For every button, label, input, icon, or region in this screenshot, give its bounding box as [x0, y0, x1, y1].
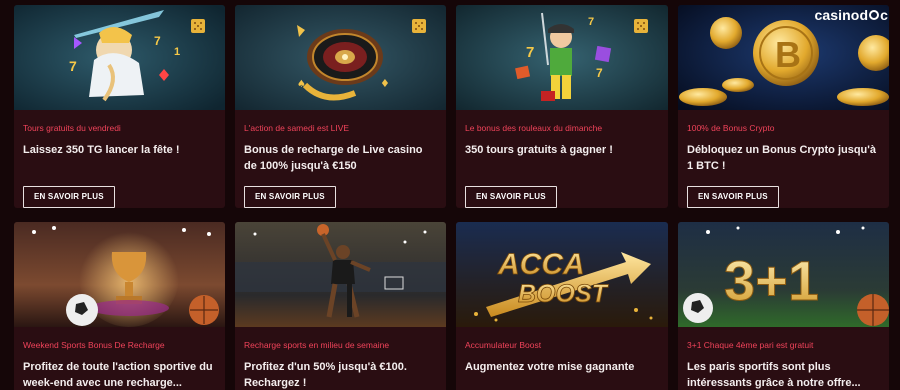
promo-tag: Tours gratuits du vendredi	[23, 123, 121, 133]
promo-card-sunday-reels[interactable]: 7 7 7 Le bonus des rouleaux du dimanche …	[456, 5, 668, 208]
promo-title: Profitez d'un 50% jusqu'à €100. Recharge…	[244, 361, 407, 389]
promo-title: Laissez 350 TG lancer la fête !	[23, 144, 180, 156]
learn-more-button[interactable]: EN SAVOIR PLUS	[687, 186, 779, 208]
boost-text: BOOST	[518, 280, 610, 308]
acca-text: ACCA	[497, 248, 585, 281]
promotions-grid: 7 7 1 Tours gratuits du vendredi Laissez…	[14, 5, 889, 390]
promo-title: Bonus de recharge de Live casino de 100%…	[244, 144, 423, 172]
promo-card-acca-boost[interactable]: ACCA BOOST Accumulateur Boost Augmentez …	[456, 222, 668, 390]
svg-text:♦: ♦	[380, 77, 390, 90]
promo-card-weekend-sports[interactable]: Weekend Sports Bonus De Recharge Profite…	[14, 222, 225, 390]
promo-card-crypto-bonus[interactable]: B 100% de Bonus Crypto Débloquez un Bonu…	[678, 5, 889, 208]
basketball-player-image	[235, 222, 446, 327]
svg-text:7: 7	[154, 34, 161, 48]
promo-card-friday-spins[interactable]: 7 7 1 Tours gratuits du vendredi Laissez…	[14, 5, 225, 208]
logo-ring-icon	[869, 10, 880, 20]
svg-text:B: B	[775, 34, 801, 75]
promo-tag: Le bonus des rouleaux du dimanche	[465, 123, 603, 133]
promo-title: 350 tours gratuits à gagner !	[465, 144, 613, 156]
promo-tag: Accumulateur Boost	[465, 340, 542, 350]
promo-card-saturday-live[interactable]: ♠ ♦ L'action de samedi est LIVE Bonus de…	[235, 5, 446, 208]
svg-text:7: 7	[69, 58, 77, 74]
promo-title: Augmentez votre mise gagnante	[465, 361, 635, 373]
acca-boost-image: ACCA BOOST	[456, 222, 668, 327]
svg-text:1: 1	[174, 46, 180, 58]
svg-text:7: 7	[588, 16, 594, 28]
trophy-stadium-image	[14, 222, 225, 327]
promo-tag: Weekend Sports Bonus De Recharge	[23, 340, 165, 350]
learn-more-button[interactable]: EN SAVOIR PLUS	[465, 186, 557, 208]
promo-title: Les paris sportifs sont plus intéressant…	[687, 361, 861, 389]
promo-title: Profitez de toute l'action sportive du w…	[23, 361, 213, 389]
promo-tag: 3+1 Chaque 4ème pari est gratuit	[687, 340, 814, 350]
roulette-wheel-image: ♠ ♦	[235, 5, 446, 110]
three-plus-one-text: 3+1	[724, 249, 819, 312]
learn-more-button[interactable]: EN SAVOIR PLUS	[23, 186, 115, 208]
svg-text:7: 7	[526, 44, 534, 61]
promo-tag: L'action de samedi est LIVE	[244, 123, 350, 133]
svg-text:7: 7	[596, 66, 603, 80]
promo-card-three-plus-one[interactable]: 3+1 3+1 Chaque 4ème pari est gratuit Les…	[678, 222, 889, 390]
three-plus-one-image: 3+1	[678, 222, 889, 327]
promo-card-midweek-sports[interactable]: Recharge sports en milieu de semaine Pro…	[235, 222, 446, 390]
promo-tag: 100% de Bonus Crypto	[687, 123, 775, 133]
svg-text:♠: ♠	[297, 79, 306, 90]
learn-more-button[interactable]: EN SAVOIR PLUS	[244, 186, 336, 208]
zeus-slot-image: 7 7 1	[14, 5, 225, 110]
promo-tag: Recharge sports en milieu de semaine	[244, 340, 390, 350]
logo-text-part2: c	[880, 7, 888, 23]
casinodoc-logo[interactable]: casinod c	[815, 7, 889, 23]
logo-text-part1: casinod	[814, 7, 869, 23]
miner-slot-image: 7 7 7	[456, 5, 668, 110]
promo-title: Débloquez un Bonus Crypto jusqu'à 1 BTC …	[687, 144, 877, 172]
